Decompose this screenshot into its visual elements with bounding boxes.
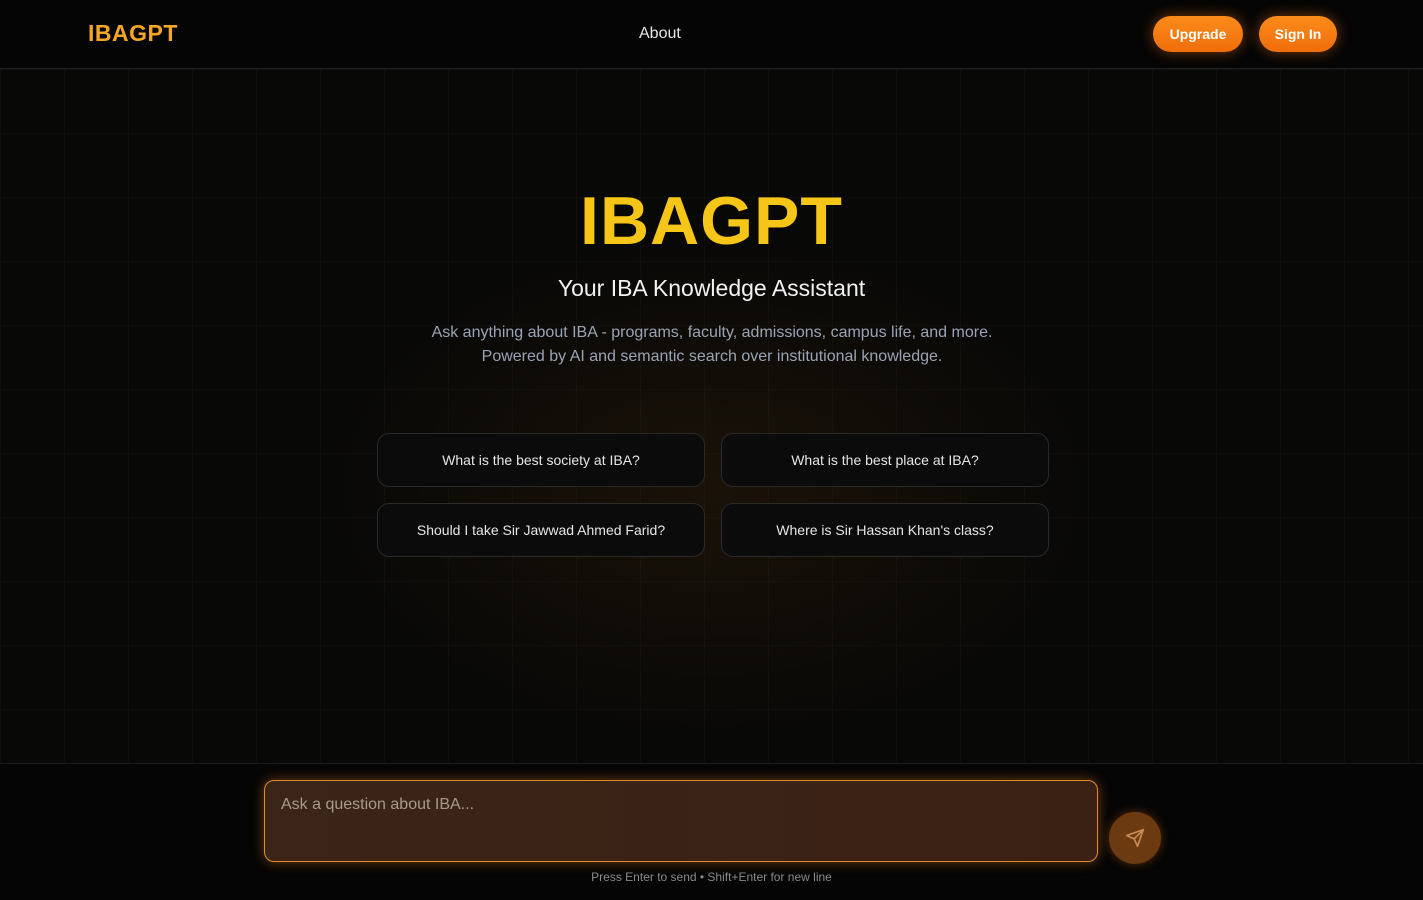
suggestion-card-jawwad-farid[interactable]: Should I take Sir Jawwad Ahmed Farid? (377, 503, 705, 557)
background-grid (0, 69, 1423, 763)
upgrade-button[interactable]: Upgrade (1153, 16, 1243, 52)
send-icon (1125, 828, 1145, 848)
suggestion-card-best-place[interactable]: What is the best place at IBA? (721, 433, 1049, 487)
app-root: IBAGPT About Upgrade Sign In IBAGPT Your… (0, 0, 1423, 900)
hero-subtitle: Your IBA Knowledge Assistant (557, 275, 866, 301)
send-button[interactable] (1109, 812, 1161, 864)
composer-bar: Press Enter to send • Shift+Enter for ne… (0, 763, 1423, 900)
keyboard-hint: Press Enter to send • Shift+Enter for ne… (591, 870, 832, 884)
suggestion-card-hassan-khan-class[interactable]: Where is Sir Hassan Khan's class? (721, 503, 1049, 557)
suggestion-card-best-society[interactable]: What is the best society at IBA? (377, 433, 705, 487)
hero-title: IBAGPT (580, 183, 843, 259)
hero-description: Ask anything about IBA - programs, facul… (431, 324, 993, 365)
brand-logo[interactable]: IBAGPT (88, 20, 178, 47)
sign-in-button[interactable]: Sign In (1259, 16, 1337, 52)
nav-about-link[interactable]: About (639, 25, 681, 43)
question-input[interactable] (264, 780, 1098, 862)
top-header: IBAGPT About Upgrade Sign In (0, 0, 1423, 69)
